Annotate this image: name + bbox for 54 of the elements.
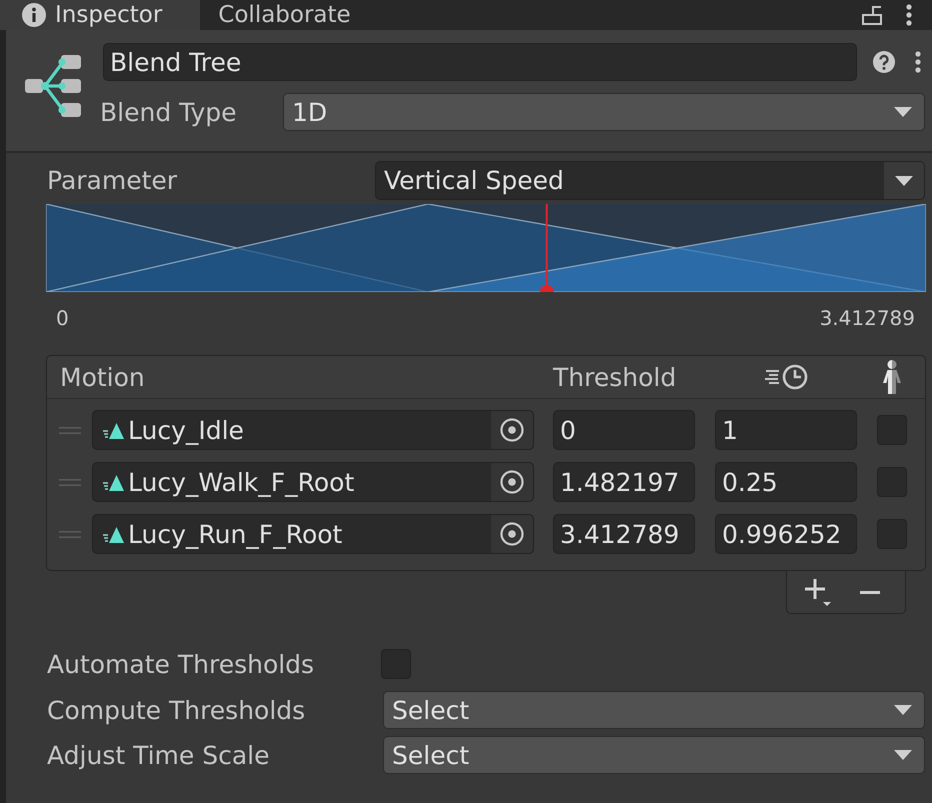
column-header: Motion <box>60 362 145 392</box>
animation-clip-icon <box>103 422 124 438</box>
target-icon <box>500 418 524 442</box>
time-scale-field[interactable]: 0.996252 <box>715 514 857 554</box>
name-field[interactable]: Blend Tree <box>103 43 857 81</box>
caret-icon <box>894 705 912 715</box>
field-label: Adjust Time Scale <box>47 740 270 770</box>
field-label: Compute Thresholds <box>47 696 306 724</box>
caret-icon <box>895 176 913 186</box>
column-header: Threshold <box>553 362 676 392</box>
mirror-checkbox[interactable] <box>877 467 907 497</box>
object-picker-button[interactable] <box>491 515 533 553</box>
object-picker-button[interactable] <box>491 411 533 449</box>
dropdown[interactable]: Select <box>383 691 925 729</box>
lock-icon[interactable] <box>862 5 882 25</box>
minus-icon <box>860 590 880 594</box>
caret-icon <box>894 750 912 760</box>
field-label: Blend Type <box>100 98 238 126</box>
threshold-field[interactable]: 1.482197 <box>553 462 695 502</box>
mirror-checkbox[interactable] <box>877 519 907 549</box>
info-icon <box>22 3 46 27</box>
plus-icon <box>803 577 833 607</box>
caret-icon <box>894 107 912 117</box>
time-scale-field[interactable]: 1 <box>715 410 857 450</box>
field-label: Automate Thresholds <box>47 650 316 678</box>
animation-clip-icon <box>103 526 124 542</box>
parameter-dropdown[interactable]: Vertical Speed <box>375 161 925 200</box>
drag-handle-icon[interactable] <box>59 426 81 434</box>
tab[interactable]: Inspector <box>0 0 200 30</box>
target-icon <box>500 470 524 494</box>
clock-icon <box>764 364 808 390</box>
blend-type-dropdown[interactable]: 1D <box>283 93 925 131</box>
animation-clip-icon <box>103 474 124 490</box>
kebab-menu-icon[interactable] <box>915 51 921 73</box>
range-label: 3.412789 <box>820 306 915 330</box>
threshold-field[interactable]: 3.412789 <box>553 514 695 554</box>
motion-field[interactable]: Lucy_Idle <box>92 410 534 450</box>
motion-field[interactable]: Lucy_Run_F_Root <box>92 514 534 554</box>
field-label: Parameter <box>47 166 178 195</box>
range-label: 0 <box>56 306 69 330</box>
drag-handle-icon[interactable] <box>59 478 81 486</box>
object-picker-button[interactable] <box>491 463 533 501</box>
kebab-menu-icon[interactable] <box>906 4 912 26</box>
time-scale-field[interactable]: 0.25 <box>715 462 857 502</box>
tab[interactable]: Collaborate <box>200 0 369 30</box>
threshold-field[interactable]: 0 <box>553 410 695 450</box>
help-icon[interactable] <box>873 51 895 73</box>
dropdown[interactable]: Select <box>383 736 925 774</box>
parameter-marker[interactable] <box>540 204 554 292</box>
drag-handle-icon[interactable] <box>59 530 81 538</box>
mirror-checkbox[interactable] <box>877 415 907 445</box>
blend-tree-icon <box>25 53 81 119</box>
target-icon <box>500 522 524 546</box>
motion-field[interactable]: Lucy_Walk_F_Root <box>92 462 534 502</box>
